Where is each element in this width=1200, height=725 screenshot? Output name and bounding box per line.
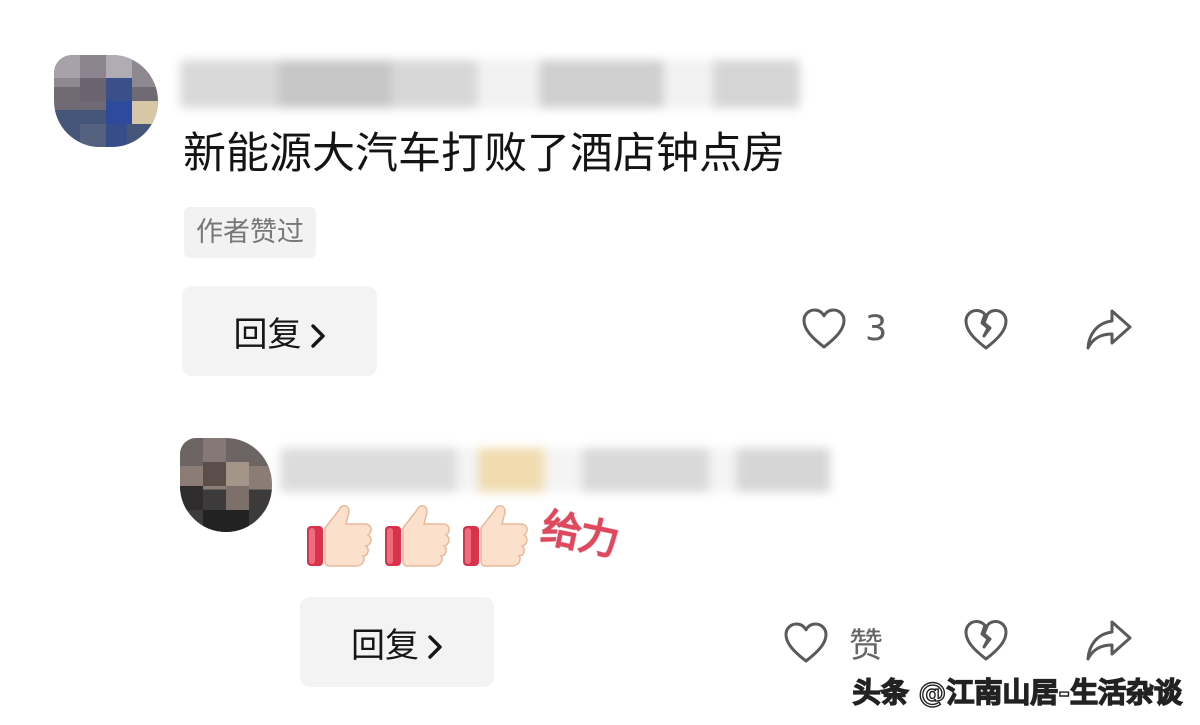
author-liked-badge: 作者赞过 [184, 207, 316, 258]
thumbs-up-emoji [383, 500, 453, 568]
dislike-button[interactable] [963, 618, 1009, 664]
reply-button[interactable]: 回复 [182, 286, 377, 376]
share-button[interactable] [1085, 618, 1133, 664]
avatar[interactable] [180, 438, 272, 532]
share-arrow-icon [1085, 307, 1133, 353]
heart-outline-icon [801, 307, 847, 351]
comment-thread: 新能源大汽车打败了酒店钟点房 作者赞过 回复 3 给力 回复 赞 头条 @江南山… [0, 0, 1200, 725]
share-arrow-icon [1085, 618, 1133, 664]
reply-label: 回复 [351, 625, 419, 666]
dislike-button[interactable] [963, 307, 1009, 353]
broken-heart-icon [963, 618, 1009, 664]
like-label: 赞 [849, 626, 883, 666]
thumbs-up-emoji [461, 500, 531, 568]
username-blurred[interactable] [280, 448, 830, 492]
like-count: 3 [865, 309, 888, 349]
heart-outline-icon [783, 621, 829, 665]
share-button[interactable] [1085, 307, 1133, 353]
reply-label: 回复 [233, 314, 302, 355]
reply-content [305, 500, 531, 568]
geili-sticker-text: 给力 [537, 504, 622, 566]
thumbs-up-emoji [305, 500, 375, 568]
avatar[interactable] [54, 55, 158, 147]
watermark: 头条 @江南山居-生活杂谈 [852, 675, 1183, 709]
chevron-right-icon [427, 629, 443, 659]
comment-text: 新能源大汽车打败了酒店钟点房 [183, 129, 785, 179]
username-blurred[interactable] [180, 60, 800, 108]
like-button[interactable]: 3 [801, 307, 887, 351]
broken-heart-icon [963, 307, 1009, 353]
like-button[interactable]: 赞 [783, 618, 883, 667]
chevron-right-icon [310, 318, 326, 348]
reply-button[interactable]: 回复 [300, 597, 494, 687]
